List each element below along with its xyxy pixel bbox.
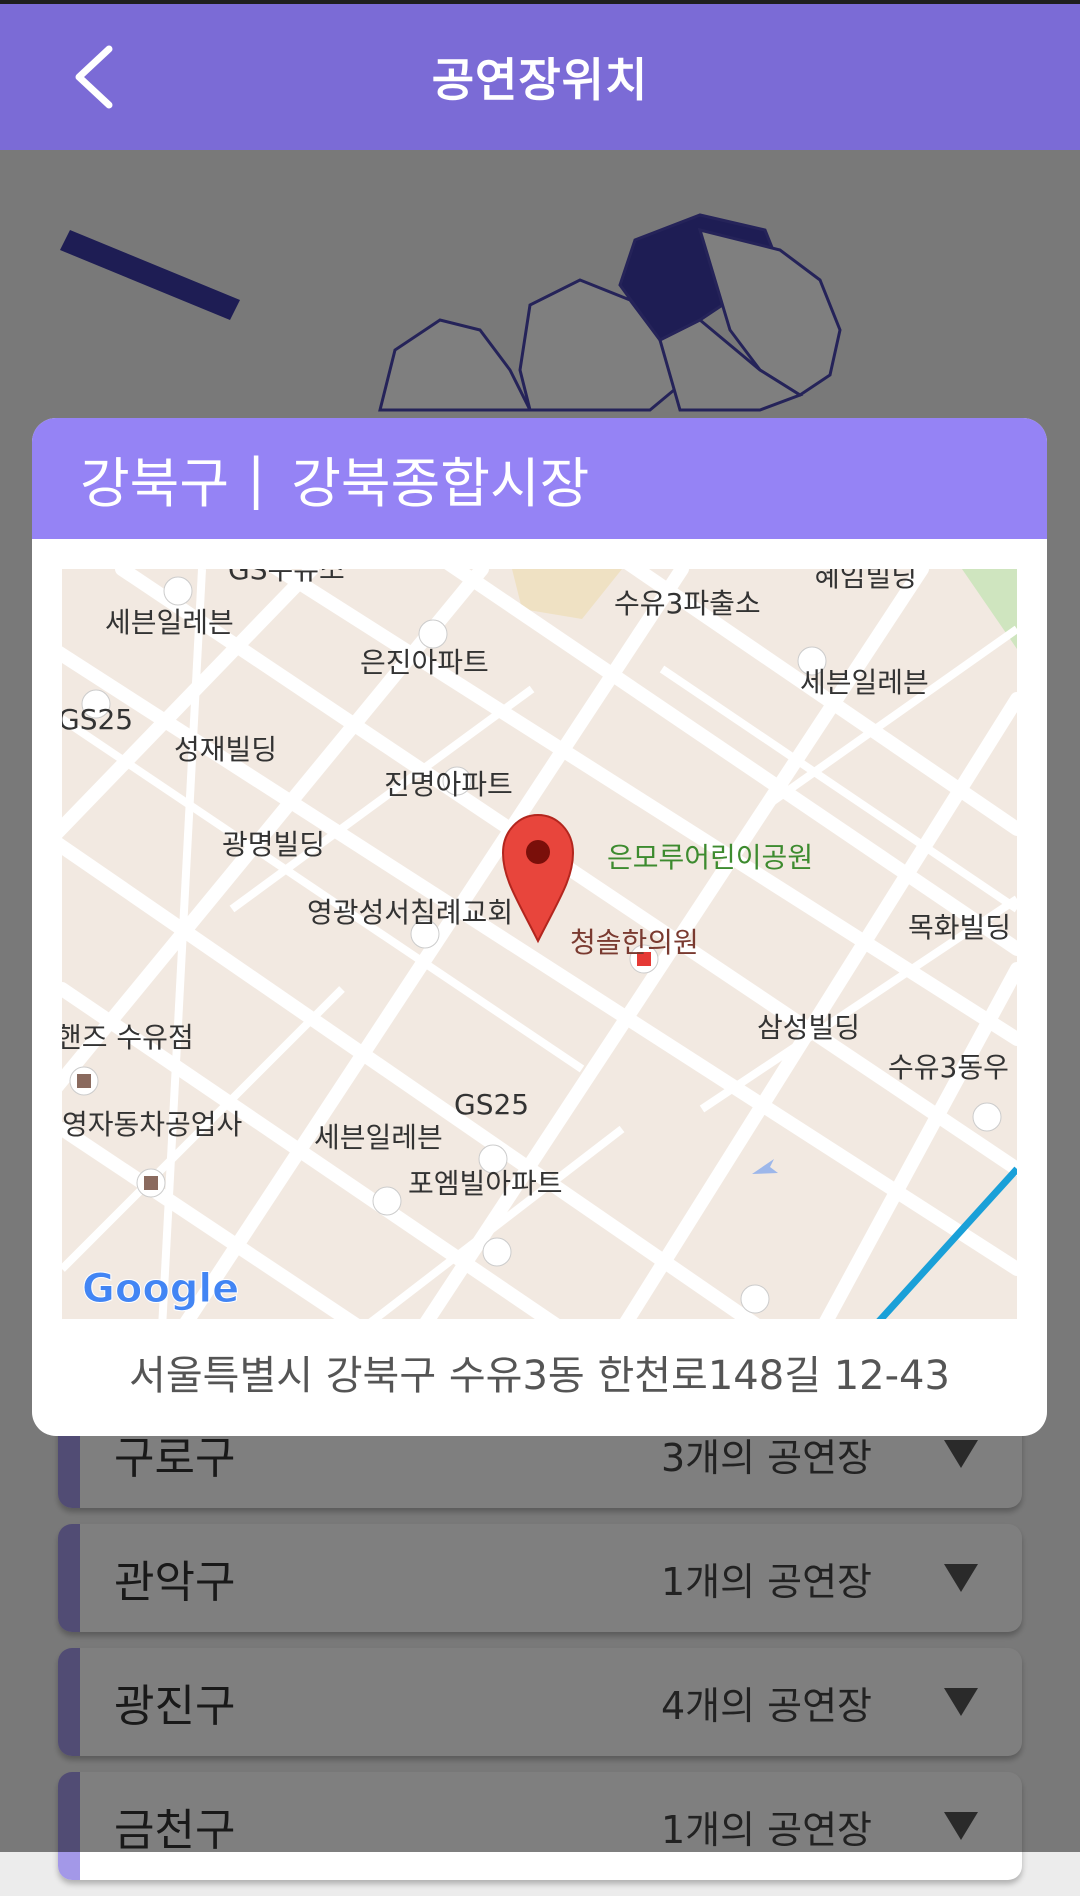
map-label: 목화빌딩 <box>908 911 1011 944</box>
map-label: 수유3동우 <box>888 1051 1009 1084</box>
venue-location-dialog: 강북구 | 강북종합시장 GS수유소 세븐일레븐 수유3파출소 혜임빌딩 은진아… <box>32 418 1047 1436</box>
back-button[interactable] <box>58 42 128 112</box>
map-label: 청솔한의원 <box>570 926 699 959</box>
app-bar: 공연장위치 <box>0 4 1080 150</box>
map-label: 은모루어린이공원 <box>607 841 813 874</box>
map-label: GS25 <box>62 703 133 736</box>
map-label: 진명아파트 <box>384 768 513 801</box>
map-label: 세븐일레븐 <box>314 1121 443 1154</box>
map-label: 광명빌딩 <box>222 828 325 861</box>
venue-address: 서울특별시 강북구 수유3동 한천로148길 12-43 <box>129 1353 950 1399</box>
header-separator: | <box>247 447 266 510</box>
map-label: 포엠빌아파트 <box>408 1167 563 1200</box>
map-label: 은진아파트 <box>360 646 489 679</box>
map-label: 영광성서침례교회 <box>307 896 513 929</box>
dialog-district: 강북구 <box>80 452 230 515</box>
dialog-venue-name: 강북종합시장 <box>291 452 590 515</box>
google-logo: Google <box>82 1266 239 1312</box>
map-label: 삼성빌딩 <box>757 1011 860 1044</box>
chevron-left-icon <box>75 45 113 109</box>
map-label: 영자동차공업사 <box>62 1108 242 1141</box>
page-title: 공연장위치 <box>431 53 649 107</box>
map-label: 세븐일레븐 <box>105 606 234 639</box>
map-label: 성재빌딩 <box>174 733 277 766</box>
dialog-header: 강북구 | 강북종합시장 <box>32 418 1047 539</box>
map-label: 세븐일레븐 <box>800 666 929 699</box>
map-label: 핸즈 수유점 <box>62 1021 194 1054</box>
map-label: 혜임빌딩 <box>814 569 917 593</box>
map-view[interactable]: GS수유소 세븐일레븐 수유3파출소 혜임빌딩 은진아파트 세븐일레븐 GS25… <box>62 569 1017 1319</box>
map-label: 수유3파출소 <box>614 587 761 620</box>
map-label: GS수유소 <box>228 569 345 586</box>
map-label: GS25 <box>454 1088 529 1121</box>
